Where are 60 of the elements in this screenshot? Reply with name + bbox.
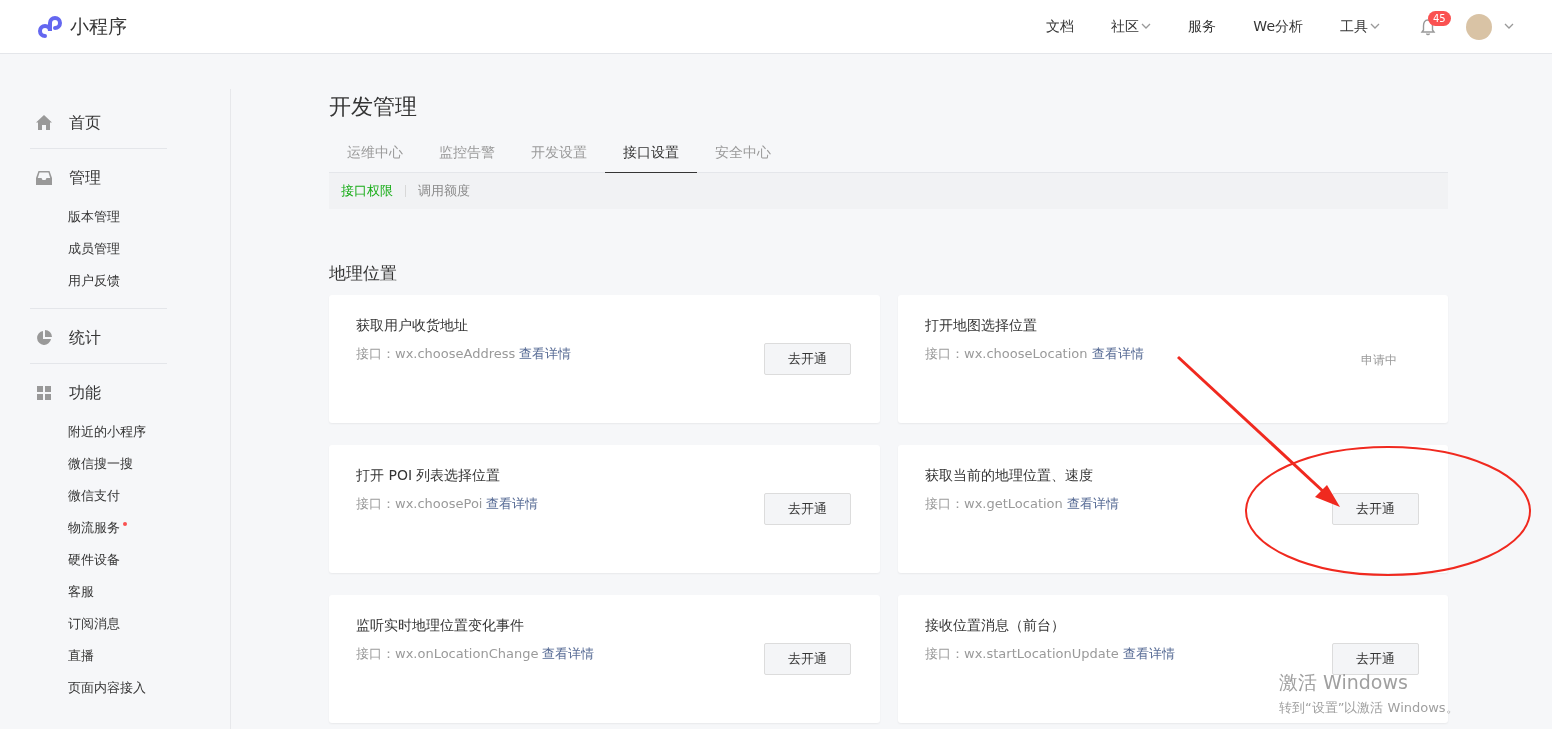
details-link[interactable]: 查看详情 (1066, 495, 1119, 513)
sidebar-subitem[interactable]: 物流服务 (68, 512, 127, 544)
nav-link[interactable]: 服务 (1188, 17, 1217, 36)
details-link[interactable]: 查看详情 (486, 495, 539, 513)
card-title: 获取当前的地理位置、速度 (925, 467, 1094, 485)
card-title: 打开地图选择位置 (925, 317, 1038, 335)
sidebar-subitem[interactable]: 附近的小程序 (68, 416, 146, 448)
section-title: 地理位置 (329, 262, 398, 285)
card-title: 获取用户收货地址 (356, 317, 469, 335)
card-title: 接收位置消息（前台） (925, 617, 1066, 635)
enable-button[interactable]: 去开通 (764, 343, 851, 375)
enable-button[interactable]: 去开通 (764, 493, 851, 525)
sidebar-subitem[interactable]: 用户反馈 (68, 265, 120, 297)
page-title: 开发管理 (329, 93, 418, 121)
inbox-icon (35, 169, 53, 187)
api-name: 接口：wx.startLocationUpdate (925, 645, 1119, 663)
sidebar-subitem[interactable]: 微信搜一搜 (68, 448, 133, 480)
card-title: 打开 POI 列表选择位置 (356, 467, 502, 485)
enable-button[interactable]: 去开通 (764, 643, 851, 675)
home-icon (35, 114, 53, 132)
sidebar-subitem[interactable]: 直播 (68, 640, 94, 672)
pie-chart-icon (35, 329, 53, 347)
chevron-down-icon (1504, 23, 1514, 30)
sidebar-subitem[interactable]: 版本管理 (68, 201, 120, 233)
grid-icon (35, 384, 53, 402)
sidebar-subitem[interactable]: 页面内容接入 (68, 672, 146, 704)
sidebar-subitem[interactable]: 成员管理 (68, 233, 120, 265)
activation-hint: 转到“设置”以激活 Windows。 (1279, 699, 1459, 717)
new-indicator-dot (123, 522, 127, 526)
details-link[interactable]: 查看详情 (1091, 345, 1144, 363)
nav-link[interactable]: We分析 (1253, 17, 1303, 36)
nav-link[interactable]: 社区 (1111, 17, 1152, 36)
details-link[interactable]: 查看详情 (542, 645, 595, 663)
card-title: 监听实时地理位置变化事件 (356, 617, 525, 635)
nav-link[interactable]: 文档 (1046, 17, 1075, 36)
chevron-down-icon (1370, 23, 1380, 30)
api-name: 接口：wx.onLocationChange (356, 645, 539, 663)
details-link[interactable]: 查看详情 (1122, 645, 1175, 663)
api-name: 接口：wx.chooseAddress (356, 345, 516, 363)
chevron-down-icon (1141, 23, 1152, 30)
notification-badge: 45 (1428, 10, 1451, 26)
status-label: 申请中 (1361, 352, 1397, 369)
sidebar-subitem[interactable]: 微信支付 (68, 480, 120, 512)
sidebar-item[interactable]: 统计 (35, 322, 167, 354)
logo-icon (36, 13, 64, 40)
nav-link[interactable]: 工具 (1340, 17, 1380, 36)
sidebar-item[interactable]: 首页 (35, 107, 167, 139)
sidebar-item[interactable]: 功能 (35, 377, 167, 409)
enable-button[interactable]: 去开通 (1332, 643, 1419, 675)
enable-button[interactable]: 去开通 (1332, 493, 1419, 525)
api-name: 接口：wx.chooseLocation (925, 345, 1088, 363)
sidebar-subitem[interactable]: 硬件设备 (68, 544, 120, 576)
logo-text: 小程序 (70, 13, 127, 39)
details-link[interactable]: 查看详情 (519, 345, 572, 363)
sidebar-subitem[interactable]: 订阅消息 (68, 608, 120, 640)
api-name: 接口：wx.choosePoi (356, 495, 483, 513)
sidebar-item[interactable]: 管理 (35, 162, 167, 194)
sidebar-subitem[interactable]: 客服 (68, 576, 94, 608)
avatar[interactable] (1466, 13, 1492, 40)
api-name: 接口：wx.getLocation (925, 495, 1063, 513)
